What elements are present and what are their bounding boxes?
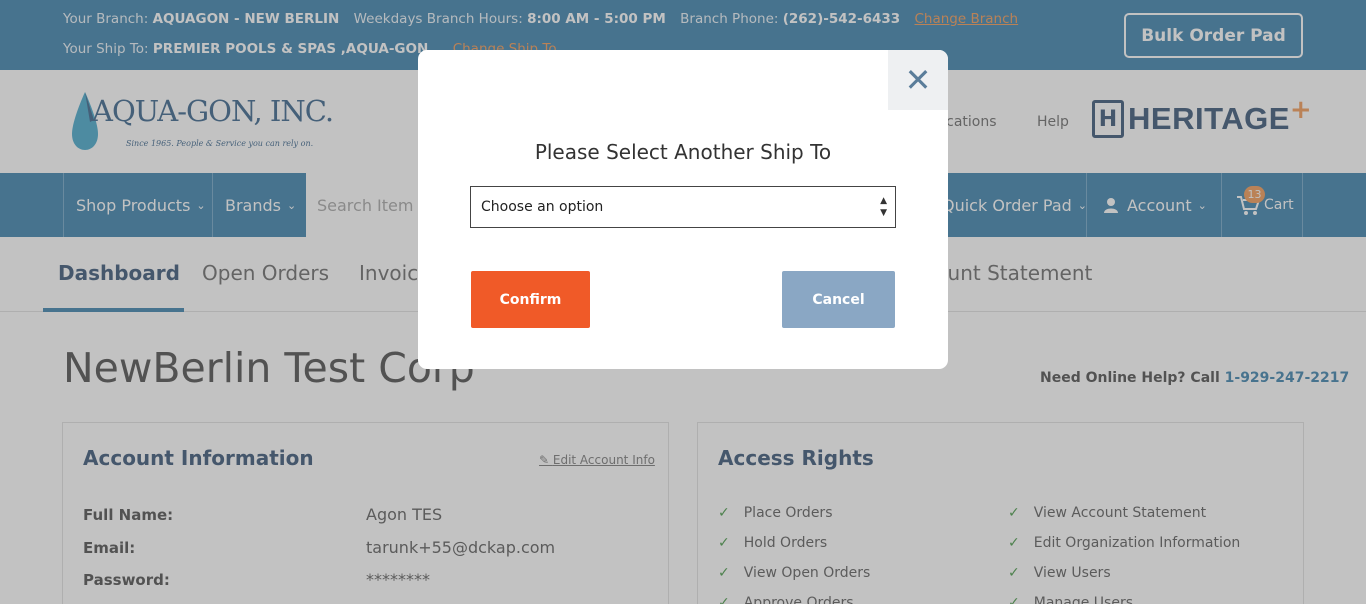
confirm-button[interactable]: Confirm [471, 271, 590, 328]
ship-to-select[interactable]: Choose an option ▲ ▼ [470, 186, 896, 228]
close-icon[interactable]: ✕ [888, 50, 948, 110]
ship-to-select-value: Choose an option [481, 199, 604, 215]
select-arrows-icon: ▲ ▼ [880, 196, 887, 218]
cancel-button[interactable]: Cancel [782, 271, 895, 328]
select-ship-to-modal: ✕ Please Select Another Ship To Choose a… [418, 50, 948, 369]
modal-title: Please Select Another Ship To [534, 140, 832, 164]
